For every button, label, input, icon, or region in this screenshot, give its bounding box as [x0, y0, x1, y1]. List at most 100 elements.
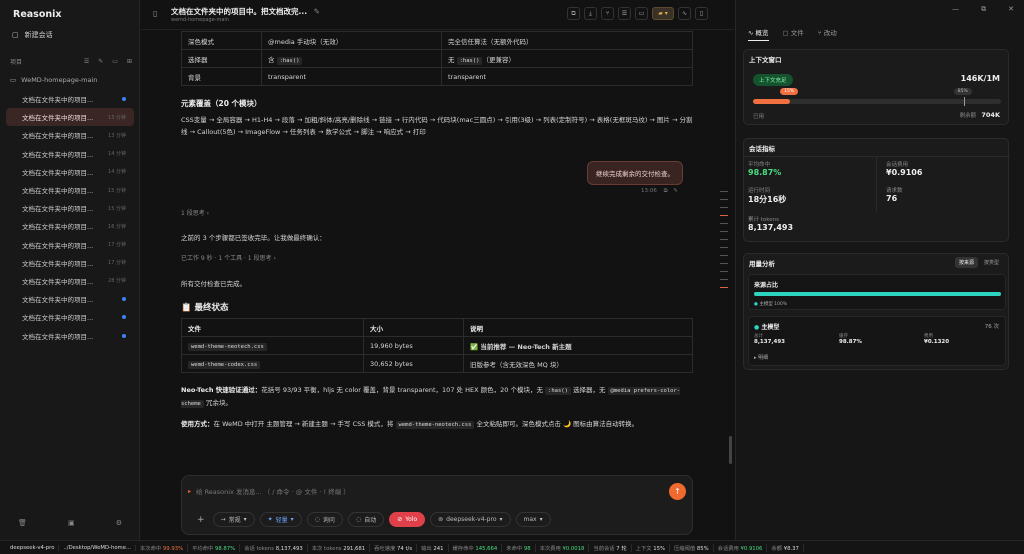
gear-icon[interactable]: ⚙: [116, 519, 122, 527]
tab-by-type[interactable]: 按类型: [980, 257, 1003, 268]
steps-toggle[interactable]: 已工作 9 秒 · 1 个工具 · 1 段思考 ›: [181, 253, 696, 265]
status-value: ¥8.37: [783, 545, 799, 552]
session-item[interactable]: 文档在文件夹中的项目... 17 分钟: [6, 236, 134, 254]
trash-icon[interactable]: 🗑: [18, 519, 27, 527]
scrollbar-thumb[interactable]: [729, 436, 732, 464]
filter-icon[interactable]: ☰: [84, 58, 89, 65]
yolo-toggle[interactable]: ⊘ Yolo: [389, 512, 426, 527]
main-model-box: ● 主模型 76 次 总计 8,137,493 缓存 98.87% 费用 ¥0.…: [748, 316, 1006, 366]
session-title: 文档在文件夹中的项目...: [22, 259, 94, 268]
activity-icon[interactable]: ∿: [678, 7, 691, 20]
panel-icon[interactable]: ▯: [695, 7, 708, 20]
metric-avg-hit: 平均命中 98.87%: [748, 160, 781, 177]
edit-message-icon[interactable]: ✎: [673, 188, 678, 194]
branch-icon[interactable]: ⑂: [601, 7, 614, 20]
effort-label: 轻量: [275, 517, 288, 524]
table-cell: @media 手动块（无效）: [261, 31, 442, 50]
session-item[interactable]: 文档在文件夹中的项目... 14 分钟: [6, 145, 134, 163]
requests-value: 76: [886, 194, 898, 203]
spark-icon: ✦: [267, 516, 273, 523]
table-cell: wemd-theme-codex.css: [181, 354, 364, 373]
session-item[interactable]: 文档在文件夹中的项目... 14 分钟: [6, 163, 134, 181]
model-select[interactable]: ⊚ deepseek-v4-pro ▾: [430, 512, 511, 527]
max-select[interactable]: max ▾: [515, 512, 551, 527]
mode-select[interactable]: → 常规 ▾: [212, 512, 255, 527]
auto-toggle[interactable]: ◌ 自动: [347, 512, 385, 527]
edit-icon[interactable]: ✎: [314, 7, 320, 16]
table-row: 背景 transparent transparent: [181, 67, 693, 86]
session-item[interactable]: 文档在文件夹中的项目... 15 分钟: [6, 181, 134, 199]
session-item[interactable]: 文档在文件夹中的项目... 28 分钟: [6, 272, 134, 290]
elements-heading: 元素覆盖（20 个模块）: [181, 99, 262, 108]
session-title: 文档在文件夹中的项目...: [22, 332, 94, 341]
message-input[interactable]: 给 Reasonix 发消息... （ / 命令 · @ 文件 · ! 终端 ）: [196, 486, 350, 496]
source-legend: ● 主模型 100%: [754, 302, 788, 307]
download-icon[interactable]: ⤓: [584, 7, 597, 20]
runtime-label: 运行时间: [748, 188, 771, 194]
minimize-icon[interactable]: —: [952, 5, 959, 14]
session-time: 14 分钟: [108, 169, 126, 176]
tab-by-source[interactable]: 按来源: [954, 257, 978, 268]
table-cell: transparent: [261, 67, 442, 86]
mm-hit: 缓存 98.87%: [839, 333, 862, 345]
tab-changes[interactable]: ⑂ 改动: [818, 27, 837, 41]
status-value: 241: [433, 545, 444, 552]
copy-message-icon[interactable]: ⧉: [664, 188, 668, 194]
session-title: 文档在文件夹中的项目...: [22, 132, 94, 141]
status-label: 本次 tokens: [311, 545, 344, 552]
summary-text: 之前的 3 个步骤都已签收完毕。让我做最终确认：: [181, 234, 326, 242]
cost-label: 会话费用: [886, 162, 909, 168]
project-folder[interactable]: ▭ WeMD-homepage-main: [10, 76, 97, 84]
source-bar-track: [754, 292, 1001, 296]
caret-icon: ▸: [188, 488, 192, 495]
add-icon[interactable]: +: [194, 515, 208, 525]
copy-icon[interactable]: ⧉: [567, 7, 580, 20]
detail-toggle[interactable]: ▸ 明细: [754, 354, 768, 361]
table-row: wemd-theme-neotech.css 19,960 bytes ✅ 当前推荐…: [181, 336, 693, 355]
session-item[interactable]: 文档在文件夹中的项目... 16 分钟: [6, 217, 134, 235]
folder-name: WeMD-homepage-main: [21, 76, 98, 84]
status-item: 缓存命中 145,664: [449, 543, 503, 552]
status-label: 会话费用: [717, 545, 741, 552]
status-label: 输出: [421, 545, 434, 552]
used-label: 已用: [753, 114, 765, 120]
status-value: 7 轮: [616, 545, 627, 552]
unread-dot: [122, 97, 126, 102]
thinking-toggle[interactable]: 1 段思考 ›: [181, 208, 696, 220]
toggle-sidebar-icon[interactable]: ▯: [153, 9, 157, 18]
new-chat-button[interactable]: ▢ 新建会话: [12, 30, 53, 40]
tab-files[interactable]: ▢ 文件: [783, 27, 804, 41]
terminal-icon[interactable]: ▭: [635, 7, 648, 20]
session-item[interactable]: 文档在文件夹中的项目...: [6, 308, 134, 326]
session-item[interactable]: 文档在文件夹中的项目...: [6, 290, 134, 308]
session-item[interactable]: 文档在文件夹中的项目... 13 分钟: [6, 126, 134, 144]
context-meter: 15% 85%: [753, 88, 1001, 106]
tab-overview[interactable]: ∿ 概览: [748, 27, 769, 41]
close-icon[interactable]: ✕: [1008, 5, 1014, 14]
archive-icon[interactable]: ▣: [68, 519, 75, 527]
effort-select[interactable]: ✦ 轻量 ▾: [259, 512, 302, 527]
projects-label: 项目: [10, 59, 23, 66]
session-title: 文档在文件夹中的项目...: [22, 223, 94, 232]
scroll-minimap[interactable]: [720, 191, 728, 295]
threshold-marker: [963, 97, 965, 106]
add-folder-icon[interactable]: ⊞: [127, 58, 132, 65]
maximize-icon[interactable]: ⧉: [981, 5, 986, 14]
wand-icon[interactable]: ✎: [98, 58, 103, 65]
folder-open-button[interactable]: ▰ ▾: [652, 7, 674, 20]
session-item[interactable]: 文档在文件夹中的项目...: [6, 90, 134, 108]
session-item[interactable]: 文档在文件夹中的项目...: [6, 326, 134, 344]
session-item[interactable]: 文档在文件夹中的项目... 17 分钟: [6, 254, 134, 272]
session-title-text: 文档在文件夹中的项目中。把文档改完...: [171, 7, 308, 16]
session-time: 15 分钟: [108, 205, 126, 212]
session-item[interactable]: 文档在文件夹中的项目... 13 分钟: [6, 108, 134, 127]
ask-toggle[interactable]: ◌ 询问: [306, 512, 343, 527]
list-icon[interactable]: ☰: [618, 7, 631, 20]
collapse-icon[interactable]: ▭: [112, 58, 118, 65]
used-percent-tag: 15%: [780, 88, 799, 95]
session-item[interactable]: 文档在文件夹中的项目... 15 分钟: [6, 199, 134, 217]
send-button[interactable]: ↑: [669, 483, 686, 500]
context-title: 上下文窗口: [749, 56, 782, 64]
tokens-label: 累计 tokens: [748, 217, 779, 223]
status-label: 压缩阈值: [673, 545, 697, 552]
